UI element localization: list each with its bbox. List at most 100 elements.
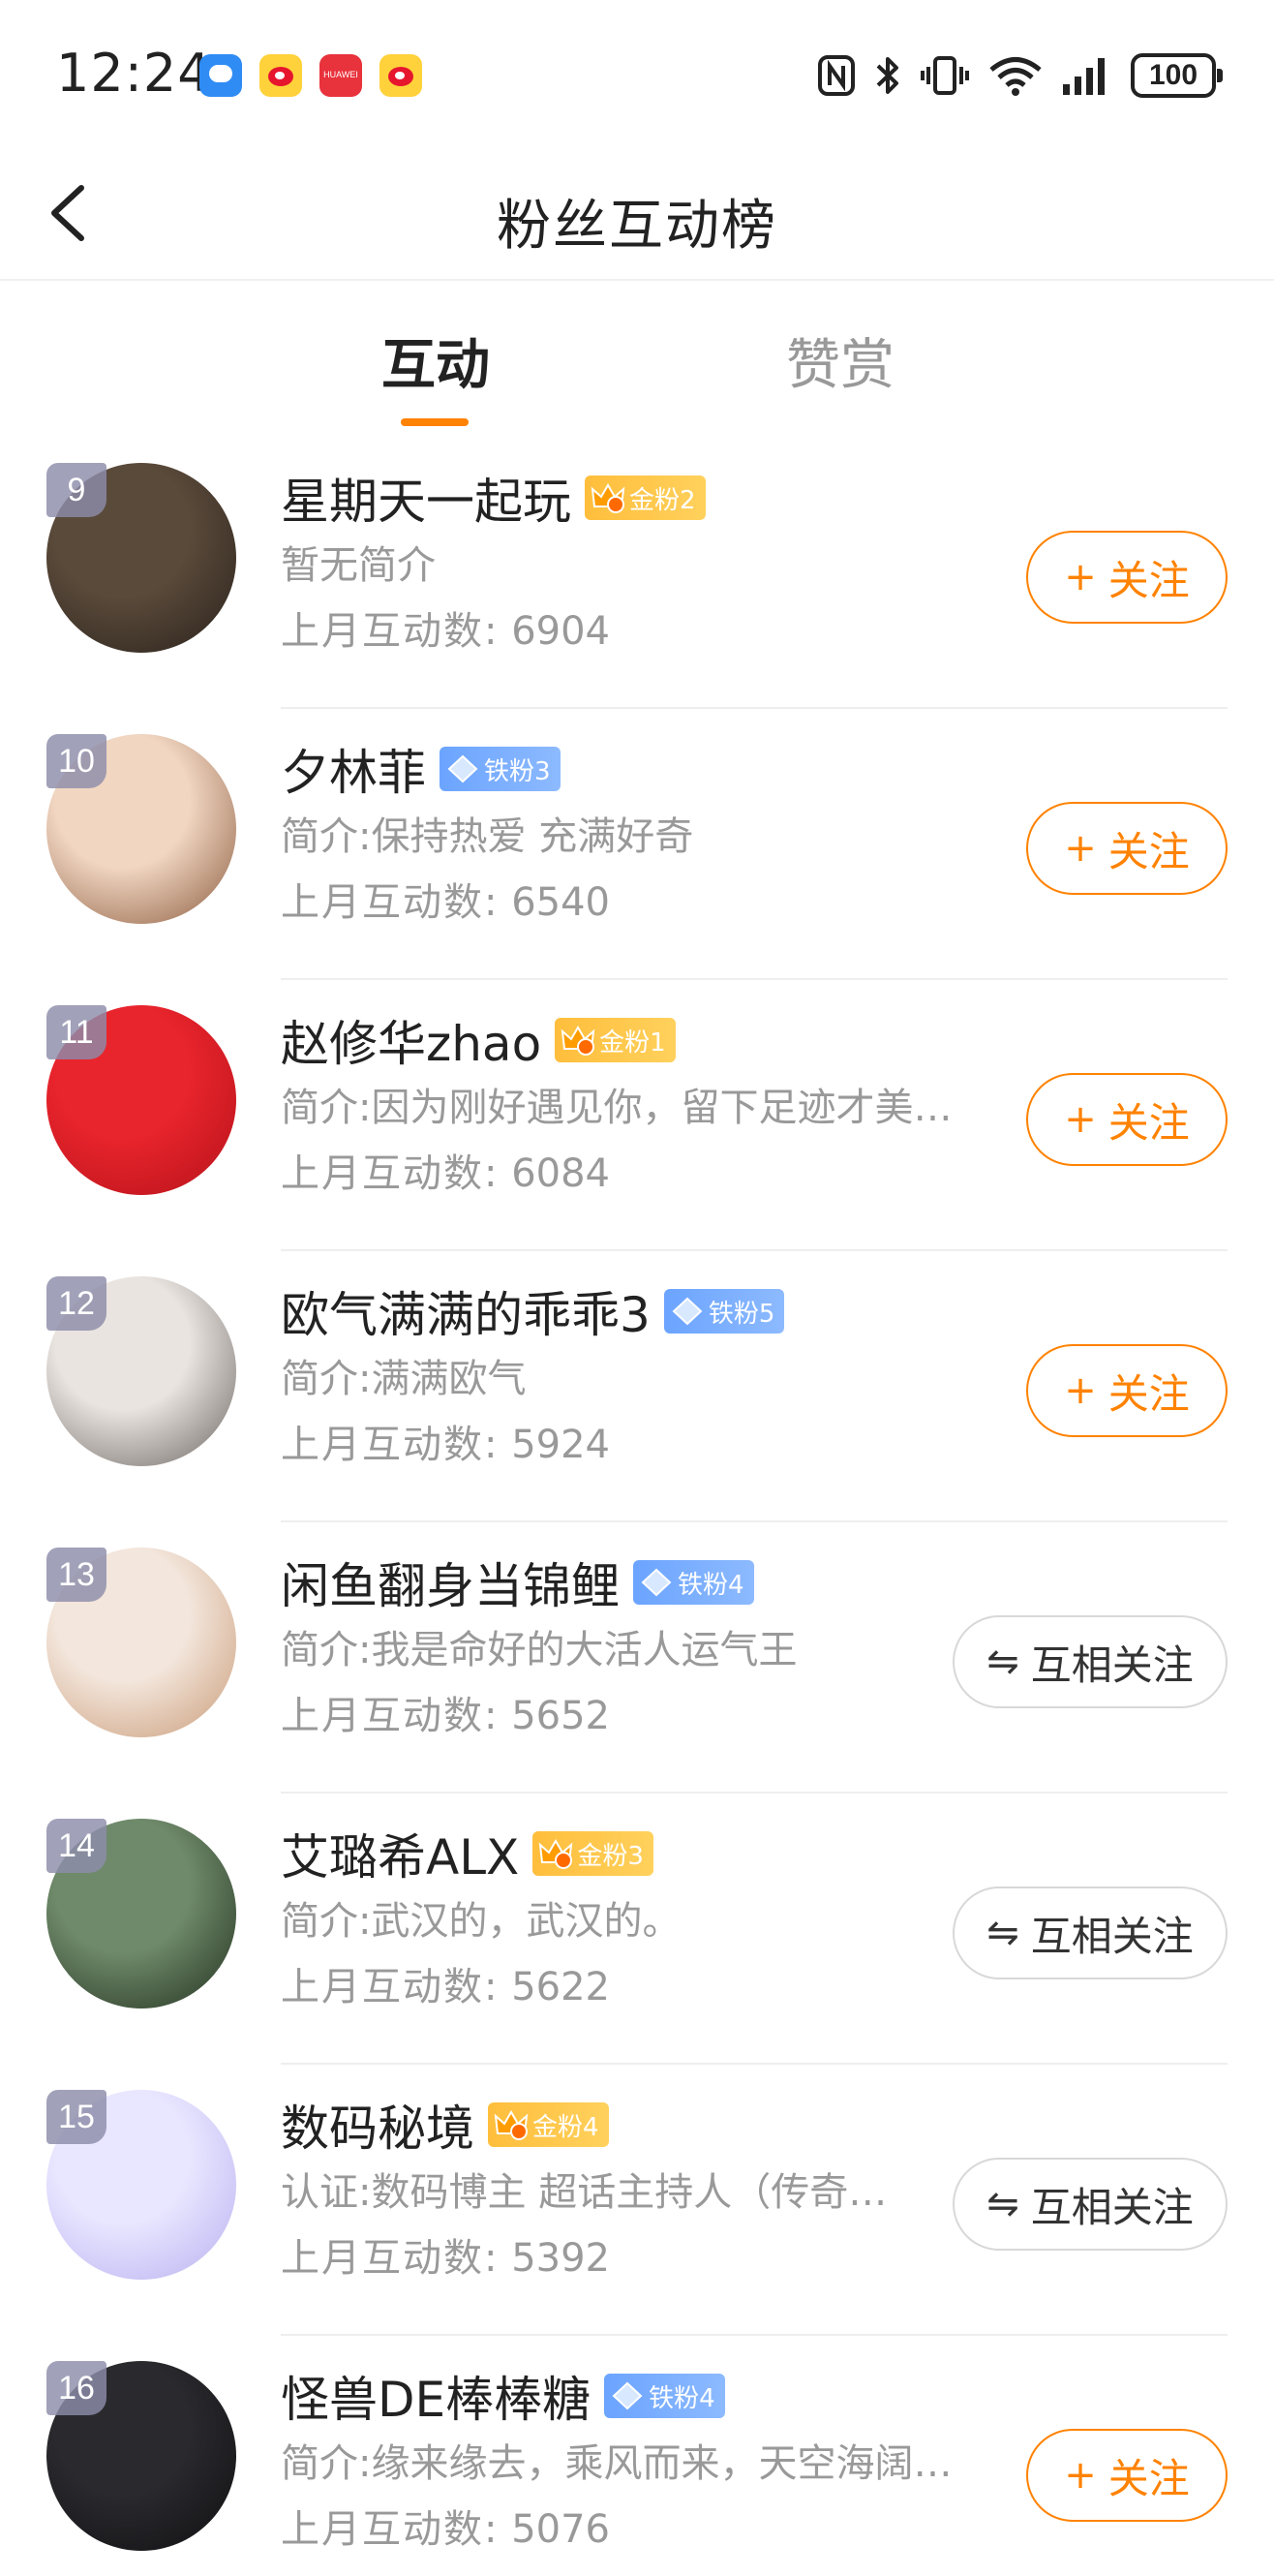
bluetooth-icon (876, 57, 898, 94)
fan-level-label: 铁粉5 (708, 1299, 775, 1329)
status-bar: 12:24 HUAWEI 100 (0, 0, 1274, 145)
list-item[interactable]: 10 夕林菲 铁粉3 简介:保持热爱 充满好奇上月互动数: 6540 + 关注 (0, 709, 1274, 980)
fans-list: 9 星期天一起玩 金粉2 暂无简介 上月互动数: 6904 + 关注 10 夕林菲 铁粉3 简介:保… (0, 438, 1274, 2576)
interaction-count-label: 上月互动数: (281, 2507, 500, 2552)
interaction-count-value: 5652 (511, 1694, 610, 1738)
fan-level-label: 铁粉3 (484, 756, 551, 786)
interaction-count: 上月互动数: 5622 (281, 1954, 984, 2020)
weibo-icon (259, 54, 302, 97)
system-icons: 100 (817, 50, 1223, 101)
diamond-icon (639, 1566, 674, 1599)
interaction-count: 上月互动数: 5392 (281, 2225, 984, 2291)
plus-icon: + (1064, 1368, 1097, 1413)
huawei-icon: HUAWEI (319, 54, 362, 97)
list-item[interactable]: 9 星期天一起玩 金粉2 暂无简介 上月互动数: 6904 + 关注 (0, 438, 1274, 709)
interaction-count-label: 上月互动数: (281, 609, 500, 654)
fan-level-badge: 金粉4 (488, 2102, 609, 2147)
fan-bio: 简介:缘来缘去，乘风而来，天空海阔… (281, 2441, 953, 2486)
nfc-icon (818, 55, 855, 96)
fan-name[interactable]: 艾璐希ALX (281, 1819, 519, 1888)
plus-icon: + (1064, 826, 1097, 871)
fan-name[interactable]: 欧气满满的乖乖3 (281, 1276, 651, 1346)
page-title: 粉丝互动榜 (497, 195, 777, 258)
follow-button[interactable]: + 关注 (1026, 1073, 1228, 1166)
list-item[interactable]: 13 闲鱼翻身当锦鲤 铁粉4 简介:我是命好的大活人运气王 上月互动数: 5652 ⇋ 互相… (0, 1522, 1274, 1794)
crown-icon (561, 1024, 595, 1057)
interaction-count-label: 上月互动数: (281, 880, 500, 925)
interaction-count: 上月互动数: 5924 (281, 1412, 984, 1478)
follow-button[interactable]: + 关注 (1026, 531, 1228, 624)
swap-arrows-icon: ⇋ (986, 1911, 1019, 1955)
battery-icon: 100 (1131, 53, 1223, 98)
list-item[interactable]: 12 欧气满满的乖乖3 铁粉5 简介:满满欧气 上月互动数: 5924 + 关注 (0, 1251, 1274, 1522)
list-item[interactable]: 16 怪兽DE棒棒糖 铁粉4 简介:缘来缘去，乘风而来，天空海阔… 上月互动数: 507… (0, 2336, 1274, 2576)
rank-badge: 15 (46, 2090, 106, 2144)
fan-name[interactable]: 数码秘境 (281, 2090, 474, 2160)
fan-bio: 暂无简介 (281, 543, 436, 588)
fan-name[interactable]: 星期天一起玩 (281, 463, 571, 533)
list-item[interactable]: 15 数码秘境 金粉4 认证:数码博主 超话主持人（传奇… 上月互动数: 5392 ⇋ 互相… (0, 2065, 1274, 2336)
mutual-follow-button-label: 互相关注 (1030, 2183, 1194, 2231)
message-icon (199, 54, 242, 97)
wifi-icon (989, 57, 1042, 96)
fan-level-label: 铁粉4 (678, 1570, 744, 1600)
fan-level-label: 金粉1 (599, 1027, 666, 1058)
fan-bio: 简介:因为刚好遇见你，留下足迹才美… (281, 1086, 953, 1130)
fan-level-label: 金粉2 (629, 485, 696, 515)
fan-bio: 简介:保持热爱 充满好奇 (281, 814, 694, 859)
rank-badge: 12 (46, 1276, 106, 1331)
fan-level-label: 铁粉4 (649, 2383, 715, 2413)
follow-button[interactable]: + 关注 (1026, 2429, 1228, 2522)
fan-name[interactable]: 怪兽DE棒棒糖 (281, 2361, 591, 2431)
fan-level-badge: 铁粉3 (440, 747, 561, 791)
fan-level-label: 金粉3 (577, 1841, 644, 1871)
fan-level-badge: 铁粉4 (604, 2374, 725, 2418)
interaction-count-value: 6904 (511, 609, 610, 654)
fan-name[interactable]: 赵修华zhao (281, 1005, 541, 1075)
interaction-count-label: 上月互动数: (281, 1423, 500, 1467)
fan-level-badge: 铁粉4 (633, 1560, 754, 1605)
tab-interaction[interactable]: 互动 (381, 322, 490, 400)
follow-button[interactable]: + 关注 (1026, 802, 1228, 895)
interaction-count-value: 5924 (511, 1423, 610, 1467)
rank-badge: 16 (46, 2361, 106, 2415)
swap-arrows-icon: ⇋ (986, 2182, 1019, 2226)
rank-badge: 10 (46, 734, 106, 788)
interaction-count: 上月互动数: 5652 (281, 1683, 984, 1749)
plus-icon: + (1064, 1097, 1097, 1142)
fan-level-label: 金粉4 (532, 2112, 599, 2142)
fan-bio: 简介:我是命好的大活人运气王 (281, 1628, 798, 1672)
fan-level-badge: 金粉3 (532, 1831, 653, 1876)
status-time: 12:24 (56, 43, 212, 104)
crown-icon (494, 2108, 529, 2141)
active-tab-indicator (401, 418, 469, 426)
huawei-icon-label: HUAWEI (323, 70, 358, 79)
rank-badge: 14 (46, 1819, 106, 1873)
fan-name[interactable]: 夕林菲 (281, 734, 426, 804)
follow-button-label: 关注 (1107, 827, 1190, 875)
list-item[interactable]: 14 艾璐希ALX 金粉3 简介:武汉的，武汉的。 上月互动数: 5622 ⇋ 互相关注 (0, 1794, 1274, 2065)
interaction-count-label: 上月互动数: (281, 1694, 500, 1738)
mutual-follow-button-label: 互相关注 (1030, 1912, 1194, 1960)
diamond-icon (610, 2379, 645, 2412)
interaction-count-label: 上月互动数: (281, 2236, 500, 2281)
fan-bio: 简介:满满欧气 (281, 1357, 527, 1401)
follow-button[interactable]: + 关注 (1026, 1344, 1228, 1437)
mutual-follow-button-label: 互相关注 (1030, 1641, 1194, 1689)
mutual-follow-button[interactable]: ⇋ 互相关注 (953, 1615, 1228, 1708)
follow-button-label: 关注 (1107, 2454, 1190, 2502)
navigation-bar: 粉丝互动榜 (0, 145, 1274, 281)
interaction-count-label: 上月互动数: (281, 1965, 500, 2009)
tab-bar: 互动 赞赏 (0, 283, 1274, 438)
mutual-follow-button[interactable]: ⇋ 互相关注 (953, 1886, 1228, 1979)
weibo-icon (379, 54, 422, 97)
tab-reward[interactable]: 赞赏 (786, 322, 895, 400)
fan-level-badge: 金粉2 (585, 475, 706, 520)
fan-name[interactable]: 闲鱼翻身当锦鲤 (281, 1548, 620, 1617)
crown-icon (591, 481, 625, 514)
interaction-count: 上月互动数: 6540 (281, 870, 984, 935)
plus-icon: + (1064, 2453, 1097, 2498)
mutual-follow-button[interactable]: ⇋ 互相关注 (953, 2158, 1228, 2251)
list-item[interactable]: 11 赵修华zhao 金粉1 简介:因为刚好遇见你，留下足迹才美… 上月互动数: 608… (0, 980, 1274, 1251)
vibrate-icon (921, 56, 969, 95)
